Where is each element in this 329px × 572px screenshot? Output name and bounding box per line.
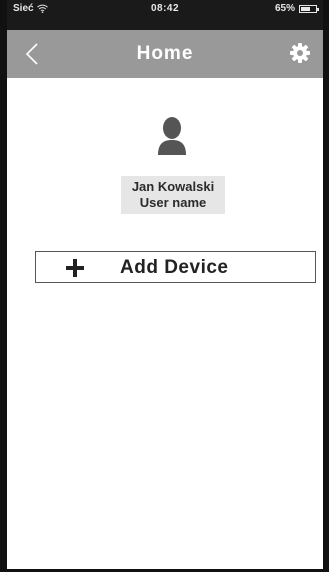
plus-icon bbox=[66, 259, 84, 277]
status-bar: Sieć 08:42 65% bbox=[7, 0, 323, 30]
user-icon bbox=[158, 117, 186, 155]
battery-icon bbox=[299, 4, 319, 13]
status-right: 65% bbox=[274, 3, 319, 14]
page-title: Home bbox=[136, 43, 194, 64]
nav-bar: Home bbox=[7, 30, 323, 78]
gear-icon bbox=[290, 43, 310, 63]
battery-percent: 65% bbox=[274, 3, 295, 14]
settings-button[interactable] bbox=[289, 42, 311, 64]
user-name-label: User name bbox=[139, 195, 207, 210]
phone-screen: Sieć 08:42 65% Home Jan Kowalski User na… bbox=[0, 0, 329, 572]
add-device-label: Add Device bbox=[120, 257, 229, 278]
user-name: Jan Kowalski bbox=[131, 179, 215, 194]
battery-fill bbox=[301, 6, 310, 11]
user-card: Jan Kowalski User name bbox=[121, 176, 225, 214]
avatar bbox=[155, 115, 189, 155]
add-device-button[interactable]: Add Device bbox=[35, 251, 316, 283]
